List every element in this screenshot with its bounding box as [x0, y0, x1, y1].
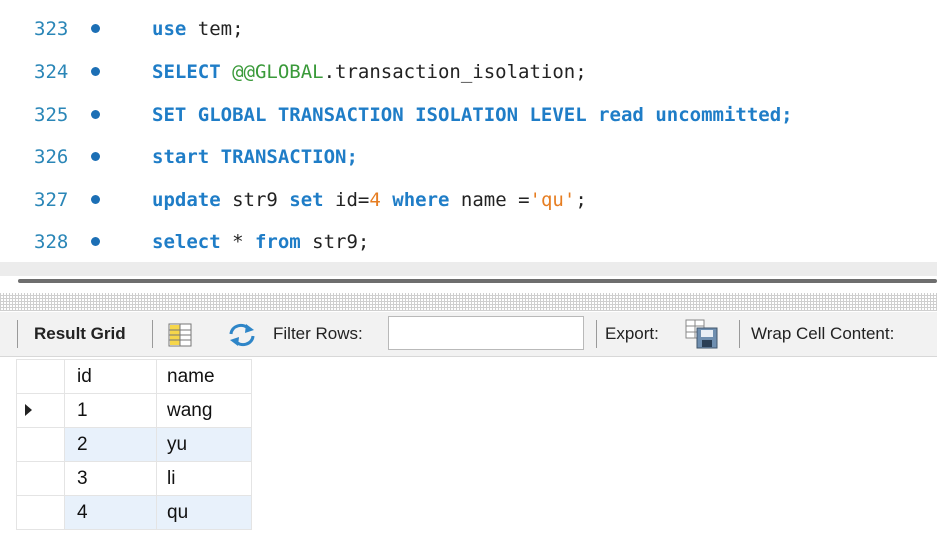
- code-token: from: [254, 231, 301, 253]
- code-token: .transaction_isolation;: [323, 61, 587, 83]
- panel-splitter[interactable]: [18, 279, 937, 283]
- filter-rows-input[interactable]: [388, 316, 584, 350]
- result-grid: id name 1 wang 2 yu 3 li 4 qu: [16, 359, 252, 530]
- code-text[interactable]: start TRANSACTION;: [152, 137, 358, 177]
- export-label: Export:: [605, 324, 659, 343]
- code-token: 'qu': [529, 189, 576, 211]
- result-grid-button[interactable]: Result Grid: [34, 312, 126, 356]
- code-token: start TRANSACTION;: [152, 146, 358, 168]
- line-number: 324: [34, 61, 69, 83]
- row-header[interactable]: [16, 495, 65, 530]
- code-token: 4: [369, 189, 381, 211]
- column-header-id[interactable]: id: [64, 359, 157, 394]
- column-header-name[interactable]: name: [156, 359, 252, 394]
- cell-id[interactable]: 2: [64, 427, 157, 462]
- toolbar-separator: [17, 320, 18, 348]
- statement-dot-icon[interactable]: [91, 195, 100, 204]
- code-token: set: [289, 189, 324, 211]
- table-row[interactable]: 2 yu: [16, 427, 252, 462]
- row-pointer-icon: [25, 403, 32, 416]
- code-text[interactable]: select * from str9;: [152, 222, 369, 262]
- line-number: 327: [34, 189, 69, 211]
- code-token: update: [152, 189, 221, 211]
- cell-name[interactable]: qu: [156, 495, 252, 530]
- splitter-grip[interactable]: [0, 293, 937, 311]
- wrap-cell-content-label: Wrap Cell Content:: [751, 324, 895, 343]
- table-row[interactable]: 4 qu: [16, 495, 252, 530]
- row-header[interactable]: [16, 393, 65, 428]
- line-number: 326: [34, 146, 69, 168]
- statement-dot-icon[interactable]: [91, 237, 100, 246]
- cell-id[interactable]: 1: [64, 393, 157, 428]
- code-text[interactable]: SET GLOBAL TRANSACTION ISOLATION LEVEL r…: [152, 95, 793, 135]
- sql-editor[interactable]: 323 use tem; 324 SELECT @@GLOBAL.transactio…: [0, 0, 937, 262]
- code-token: ;: [575, 189, 587, 211]
- code-token: SELECT: [152, 61, 233, 83]
- line-number: 328: [34, 231, 69, 253]
- editor-bottom-gap: [0, 262, 937, 276]
- code-token: SET GLOBAL TRANSACTION ISOLATION LEVEL r…: [152, 104, 793, 126]
- toolbar-separator: [739, 320, 740, 348]
- statement-dot-icon[interactable]: [91, 67, 100, 76]
- row-header-corner: [16, 359, 65, 394]
- cell-name[interactable]: wang: [156, 393, 252, 428]
- cell-id[interactable]: 3: [64, 461, 157, 496]
- cell-id[interactable]: 4: [64, 495, 157, 530]
- row-header[interactable]: [16, 461, 65, 496]
- grid-header-row: id name: [16, 359, 252, 394]
- export-icon[interactable]: [685, 319, 721, 349]
- code-text[interactable]: SELECT @@GLOBAL.transaction_isolation;: [152, 52, 587, 92]
- code-token: tem;: [186, 18, 244, 40]
- table-row[interactable]: 3 li: [16, 461, 252, 496]
- filter-rows-label: Filter Rows:: [273, 324, 363, 343]
- statement-dot-icon[interactable]: [91, 110, 100, 119]
- line-number: 325: [34, 104, 69, 126]
- line-number: 323: [34, 18, 69, 40]
- code-token: str9: [220, 189, 290, 211]
- cell-name[interactable]: li: [156, 461, 252, 496]
- code-token: str9;: [300, 231, 370, 253]
- code-text[interactable]: update str9 set id=4 where name ='qu';: [152, 180, 587, 220]
- refresh-arrows-icon[interactable]: [227, 321, 257, 347]
- cell-name[interactable]: yu: [156, 427, 252, 462]
- grid-view-icon[interactable]: [167, 321, 193, 347]
- code-token: id=: [323, 189, 370, 211]
- table-row[interactable]: 1 wang: [16, 393, 252, 428]
- statement-dot-icon[interactable]: [91, 24, 100, 33]
- toolbar-separator: [596, 320, 597, 348]
- code-token: name =: [460, 189, 530, 211]
- code-token: select: [152, 231, 221, 253]
- code-token: *: [220, 231, 255, 253]
- result-toolbar: Result Grid Filter Rows: Export: Wrap Ce…: [0, 312, 937, 357]
- toolbar-separator: [152, 320, 153, 348]
- code-token: use: [152, 18, 187, 40]
- code-token: where: [380, 189, 461, 211]
- code-text[interactable]: use tem;: [152, 9, 244, 49]
- row-header[interactable]: [16, 427, 65, 462]
- statement-dot-icon[interactable]: [91, 152, 100, 161]
- code-token: @@GLOBAL: [232, 61, 324, 83]
